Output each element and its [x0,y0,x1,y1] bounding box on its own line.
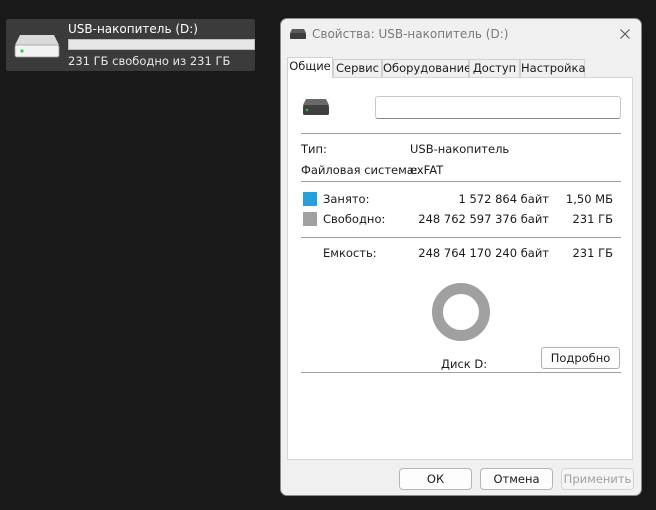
drive-free-space: 231 ГБ свободно из 231 ГБ [68,54,231,68]
volume-label-input[interactable] [375,96,621,119]
drive-icon [303,99,329,115]
divider [301,133,621,134]
drive-icon [290,29,306,39]
ok-button[interactable]: ОК [399,468,472,490]
tab-customize[interactable]: Настройка [520,59,586,77]
cancel-button[interactable]: Отмена [480,468,553,490]
drive-name: USB-накопитель (D:) [68,22,198,36]
divider [301,181,621,182]
free-bytes: 248 762 597 376 байт [418,212,549,226]
used-color-swatch [303,192,317,206]
close-button[interactable] [609,19,641,49]
drive-usage-bar [68,39,255,50]
type-value: USB-накопитель [410,142,510,156]
filesystem-value: exFAT [410,163,444,177]
filesystem-label: Файловая система: [301,163,418,177]
free-label: Свободно: [323,212,386,226]
drive-icon [14,35,60,58]
close-icon [620,29,630,39]
divider [301,237,621,238]
dialog-title: Свойства: USB-накопитель (D:) [312,27,509,41]
used-bytes: 1 572 864 байт [458,192,550,206]
divider [301,372,621,373]
tab-sharing[interactable]: Доступ [469,59,520,77]
tab-general[interactable]: Общие [287,57,333,78]
donut-free-ring [432,283,490,341]
tab-hardware[interactable]: Оборудование [382,59,471,77]
properties-dialog: Свойства: USB-накопитель (D:) Общие Серв… [280,18,642,496]
used-size: 1,50 МБ [565,192,613,206]
used-label: Занято: [323,192,370,206]
type-label: Тип: [301,142,327,156]
dialog-titlebar[interactable]: Свойства: USB-накопитель (D:) [281,19,641,51]
drive-tile-d[interactable]: USB-накопитель (D:) 231 ГБ свободно из 2… [6,19,255,71]
capacity-size: 231 ГБ [572,246,613,260]
free-color-swatch [303,212,317,226]
capacity-label: Емкость: [323,246,377,260]
disk-label: Диск D: [441,357,488,371]
general-tab-panel: Тип: USB-накопитель Файловая система: ex… [287,77,633,460]
capacity-bytes: 248 764 170 240 байт [418,246,549,260]
details-button[interactable]: Подробно [541,347,620,369]
disk-usage-donut [432,283,490,341]
apply-button[interactable]: Применить [561,468,634,490]
free-size: 231 ГБ [572,212,613,226]
tab-service[interactable]: Сервис [333,59,382,77]
